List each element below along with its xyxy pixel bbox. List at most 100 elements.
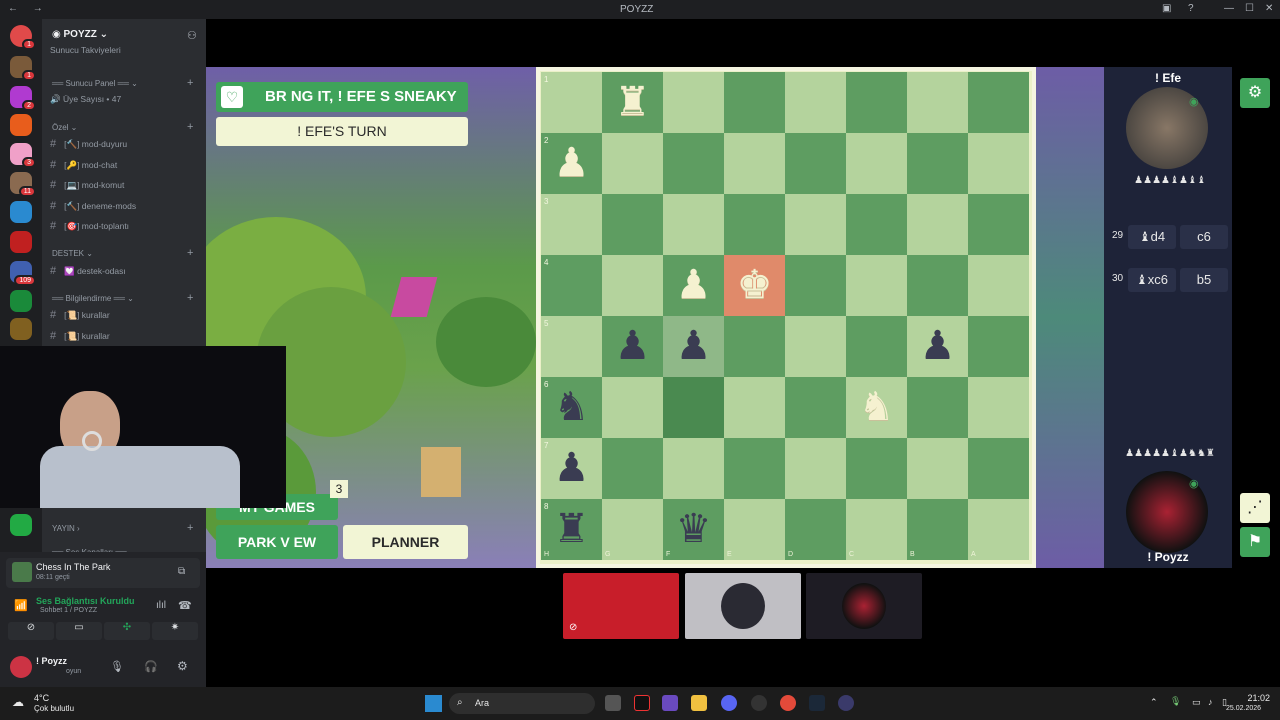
board-square[interactable] [724,377,785,438]
server-icon[interactable] [10,231,32,253]
server-name[interactable]: ◉ POYZZ ⌄ [52,29,108,40]
activity-card[interactable]: Chess In The Park 08:11 geçti ⧉ [6,558,200,588]
board-square[interactable] [907,72,968,133]
server-icon[interactable]: 109 [10,261,36,286]
board-square[interactable] [602,438,663,499]
board-square[interactable] [785,133,846,194]
close-icon[interactable]: ✕ [1265,3,1273,14]
clock-time[interactable]: 21:02 [1242,693,1270,703]
server-icon[interactable]: 2 [10,86,36,111]
voice-status[interactable]: Ses Bağlantısı Kuruldu [36,596,135,606]
move-black[interactable]: b5 [1180,268,1228,292]
black-piece[interactable]: ♟ [541,438,602,499]
planner-button[interactable]: PLANNER [343,525,468,559]
board-square[interactable] [846,72,907,133]
gear-icon[interactable]: ⚙ [177,659,188,673]
channel-item[interactable]: # 💟 destek-odası [50,265,200,281]
board-square[interactable] [785,377,846,438]
board-square[interactable] [968,255,1029,316]
volume-icon[interactable]: ♪ [1208,697,1213,707]
board-square[interactable] [968,377,1029,438]
board-square[interactable] [541,255,602,316]
black-piece[interactable]: ♛ [663,499,724,560]
eye-icon[interactable]: ◉ [1189,477,1199,490]
board-square[interactable] [968,438,1029,499]
noise-icon[interactable]: ılıl [156,600,166,611]
category-header[interactable]: Özel ⌄ [52,123,77,132]
board-square[interactable] [663,377,724,438]
chevron-up-icon[interactable]: ⌃ [1150,697,1158,708]
server-icon[interactable] [10,201,32,223]
board-square[interactable] [846,133,907,194]
voice-channel[interactable]: Sohbet 1 / POYZZ [40,607,97,614]
board-square[interactable] [541,72,602,133]
add-channel-icon[interactable]: + [187,292,193,304]
participant-tile[interactable]: ⊘ [563,573,679,639]
maximize-icon[interactable]: ☐ [1245,3,1254,14]
inbox-icon[interactable]: ▣ [1162,3,1171,14]
board-square[interactable] [907,438,968,499]
board-square[interactable] [785,499,846,560]
board-square[interactable] [602,194,663,255]
board-square[interactable] [541,316,602,377]
board-square[interactable] [907,133,968,194]
board-square[interactable] [968,72,1029,133]
board-square[interactable] [785,194,846,255]
board-square[interactable] [846,194,907,255]
help-icon[interactable]: ? [1188,3,1194,14]
server-icon[interactable]: 1 [10,56,36,81]
server-icon[interactable]: 3 [10,143,36,168]
task-view-icon[interactable] [605,695,621,711]
channel-item[interactable]: # [📜] kurallar [50,309,200,325]
board-square[interactable] [663,194,724,255]
heart-icon[interactable]: ♡ [221,86,243,108]
boosts-item[interactable]: Sunucu Takviyeleri [50,45,200,61]
activity-button[interactable]: ✣ [104,622,150,640]
board-square[interactable] [724,499,785,560]
board-square[interactable] [846,316,907,377]
add-channel-icon[interactable]: + [187,522,193,534]
screen-share-button[interactable]: ▭ [56,622,102,640]
weather-desc[interactable]: Çok bulutlu [34,704,74,713]
avatar[interactable] [10,656,32,678]
category-header[interactable]: ══ Bilgilendirme ══ ⌄ [52,294,134,303]
move-white[interactable]: ♝xc6 [1128,268,1176,292]
soundboard-button[interactable]: ✷ [152,622,198,640]
board-square[interactable] [907,377,968,438]
headphones-icon[interactable]: 🎧 [144,660,158,673]
board-square[interactable] [968,316,1029,377]
board-square[interactable] [907,194,968,255]
start-button[interactable] [425,695,442,712]
search-box[interactable]: ⌕ Ara [449,693,595,714]
board-square[interactable] [724,438,785,499]
board-square[interactable] [785,255,846,316]
board-square[interactable] [724,72,785,133]
add-channel-icon[interactable]: + [187,121,193,133]
server-icon[interactable] [10,318,32,340]
app-icon[interactable] [662,695,678,711]
channel-item[interactable]: # [🔨] deneme-mods [50,200,200,216]
participant-tile[interactable] [685,573,801,639]
popout-icon[interactable]: ⧉ [178,566,185,577]
board-square[interactable] [724,133,785,194]
park-view-button[interactable]: PARK V EW [216,525,338,559]
settings-button[interactable]: ⚙ [1240,78,1270,108]
network-icon[interactable]: ▭ [1192,697,1201,708]
move-black[interactable]: c6 [1180,225,1228,249]
board-square[interactable] [541,194,602,255]
add-channel-icon[interactable]: + [187,247,193,259]
participant-tile[interactable] [806,573,922,639]
board-square[interactable] [663,133,724,194]
board-square[interactable] [785,316,846,377]
black-piece[interactable]: ♟ [907,316,968,377]
board-square[interactable] [602,255,663,316]
microphone-icon[interactable]: 🎙 [110,660,124,673]
board-square[interactable] [663,438,724,499]
board-square[interactable] [785,72,846,133]
add-channel-icon[interactable]: + [187,77,193,89]
folder-icon[interactable] [691,695,707,711]
steam-icon[interactable] [809,695,825,711]
board-square[interactable] [846,499,907,560]
board-square[interactable] [602,499,663,560]
black-piece[interactable]: ♞ [541,377,602,438]
